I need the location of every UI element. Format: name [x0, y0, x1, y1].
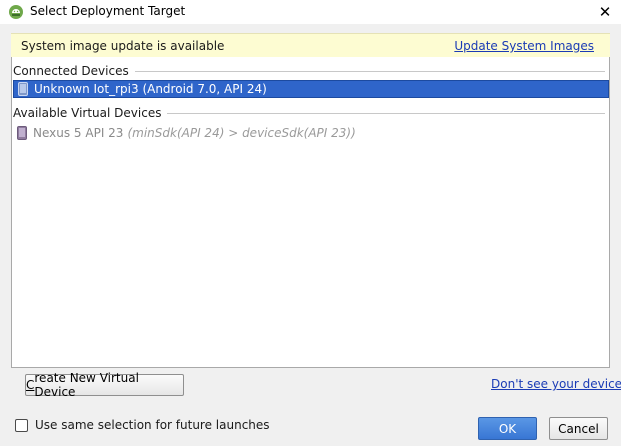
cancel-button[interactable]: Cancel	[549, 417, 608, 440]
button-label: reate New Virtual Device	[34, 371, 139, 399]
button-label: OK	[498, 421, 517, 436]
ok-button[interactable]: OK	[478, 417, 537, 440]
button-label: Cancel	[558, 421, 599, 436]
device-row-nexus-5-api-23[interactable]: Nexus 5 API 23 (minSdk(API 24) > deviceS…	[13, 124, 609, 142]
device-row-unknown-iot-rpi3[interactable]: Unknown Iot_rpi3 (Android 7.0, API 24)	[13, 80, 609, 98]
checkbox-label: Use same selection for future launches	[35, 418, 270, 432]
mnemonic: C	[26, 378, 35, 392]
title-bar: Select Deployment Target ✕	[0, 0, 621, 24]
section-divider	[134, 70, 605, 72]
close-icon: ✕	[598, 3, 612, 21]
section-label: Available Virtual Devices	[13, 106, 162, 120]
phone-icon	[18, 82, 28, 96]
window-title: Select Deployment Target	[30, 4, 186, 18]
device-name: Unknown Iot_rpi3 (Android 7.0, API 24)	[34, 82, 267, 96]
same-selection-checkbox-row[interactable]: Use same selection for future launches	[15, 418, 270, 432]
section-label: Connected Devices	[13, 64, 129, 78]
section-divider	[167, 112, 605, 114]
section-connected-devices: Connected Devices	[12, 63, 609, 79]
device-name: Nexus 5 API 23	[33, 126, 124, 140]
device-incompatibility-note: (minSdk(API 24) > deviceSdk(API 23))	[127, 126, 356, 140]
dont-see-your-device-link[interactable]: Don't see your device?	[491, 377, 621, 391]
same-selection-checkbox[interactable]	[15, 418, 28, 432]
close-button[interactable]: ✕	[595, 2, 615, 22]
update-banner: System image update is available Update …	[11, 33, 610, 57]
section-available-virtual-devices: Available Virtual Devices	[12, 105, 609, 121]
update-system-images-link[interactable]: Update System Images	[454, 39, 594, 53]
create-new-virtual-device-button[interactable]: Create New Virtual Device	[25, 371, 184, 399]
android-studio-icon	[9, 5, 23, 19]
device-list: Connected Devices Unknown Iot_rpi3 (Andr…	[11, 57, 610, 368]
update-message: System image update is available	[21, 39, 225, 53]
phone-icon	[17, 126, 27, 140]
